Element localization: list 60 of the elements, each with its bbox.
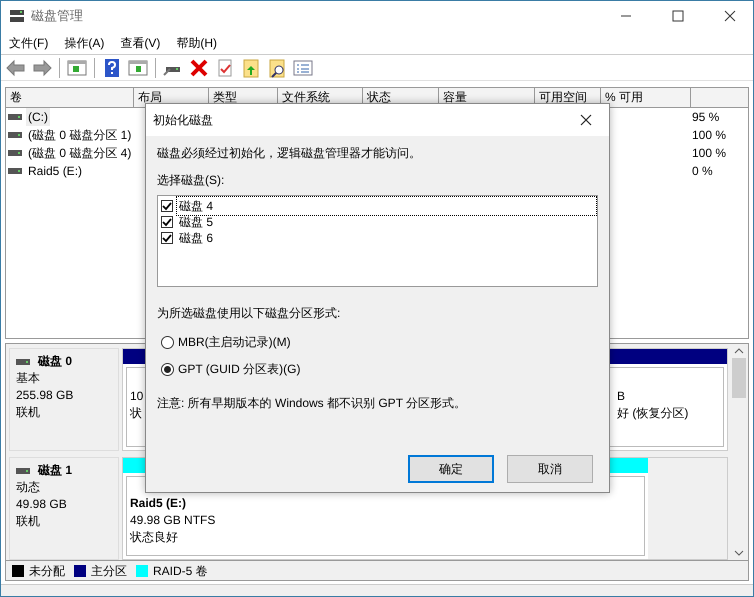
checkbox[interactable]: [161, 216, 173, 228]
drive-icon: [8, 114, 22, 120]
checkbox[interactable]: [161, 200, 173, 212]
disk-info: 255.98 GB: [16, 387, 74, 404]
drive-icon: [16, 358, 30, 364]
table-cell[interactable]: (磁盘 0 磁盘分区 4): [26, 144, 134, 162]
partition-info: 10: [130, 388, 144, 405]
menu-item[interactable]: 操作(A): [56, 34, 112, 52]
menu-item[interactable]: 文件(F): [1, 34, 56, 52]
dialog-title: 初始化磁盘: [153, 112, 213, 129]
drive-icon: [8, 132, 22, 138]
list-item[interactable]: 磁盘 5: [177, 213, 216, 231]
table-cell[interactable]: Raid5 (E:): [26, 162, 84, 180]
table-cell[interactable]: (C:): [26, 108, 50, 126]
table-cell-text: 0 %: [692, 163, 713, 180]
disk-info: 49.98 GB: [16, 496, 68, 513]
legend-label: 未分配: [29, 562, 65, 580]
table-cell-text: 100 %: [692, 127, 726, 144]
table-cell-text: 95 %: [692, 109, 720, 126]
scroll-down-icon[interactable]: [734, 550, 744, 556]
dialog-button[interactable]: 确定: [408, 455, 494, 483]
list-item[interactable]: 磁盘 4: [177, 197, 596, 215]
partition-info: 49.98 GB NTFS: [130, 512, 216, 529]
radio-label[interactable]: MBR(主启动记录)(M): [178, 333, 291, 351]
list-label: 选择磁盘(S):: [157, 172, 226, 189]
partition-info: B: [617, 388, 626, 405]
scrollbar-thumb[interactable]: [732, 358, 746, 398]
options-label: 为所选磁盘使用以下磁盘分区形式:: [157, 305, 342, 322]
radio-button[interactable]: [161, 336, 174, 348]
menu-item[interactable]: 帮助(H): [168, 34, 225, 52]
menu-item[interactable]: 查看(V): [112, 34, 168, 52]
scroll-up-icon[interactable]: [734, 348, 744, 354]
drive-icon: [8, 150, 22, 156]
radio-label[interactable]: GPT (GUID 分区表)(G): [178, 360, 300, 378]
checkbox[interactable]: [161, 232, 173, 244]
column-header[interactable]: 卷: [6, 88, 134, 107]
disk-name: 磁盘 0: [38, 353, 72, 370]
disk-info: 动态: [16, 479, 41, 496]
dialog-button[interactable]: 取消: [507, 455, 593, 483]
table-cell-text: 100 %: [692, 145, 726, 162]
drive-icon: [16, 468, 30, 474]
dialog-message: 磁盘必须经过初始化，逻辑磁盘管理器才能访问。: [157, 145, 422, 162]
disk-info: 基本: [16, 370, 41, 387]
window-title: 磁盘管理: [31, 7, 84, 26]
app-icon: [9, 9, 25, 23]
disk-info: 联机: [16, 404, 41, 421]
legend-label: RAID-5 卷: [153, 562, 208, 580]
partition-title: Raid5 (E:): [130, 495, 186, 512]
drive-icon: [8, 168, 22, 174]
delete-icon[interactable]: [188, 56, 210, 78]
disk-name: 磁盘 1: [38, 462, 72, 479]
partition-info: 状: [130, 405, 142, 422]
legend-label: 主分区: [91, 562, 127, 580]
table-cell[interactable]: (磁盘 0 磁盘分区 1): [26, 126, 134, 144]
list-item[interactable]: 磁盘 6: [177, 229, 216, 247]
disk-info: 联机: [16, 513, 41, 530]
partition-info: 状态良好: [130, 529, 178, 546]
partition-info: 好 (恢复分区): [617, 405, 688, 422]
radio-button[interactable]: [161, 362, 174, 376]
note-text: 注意: 所有早期版本的 Windows 都不识别 GPT 分区形式。: [157, 395, 468, 412]
